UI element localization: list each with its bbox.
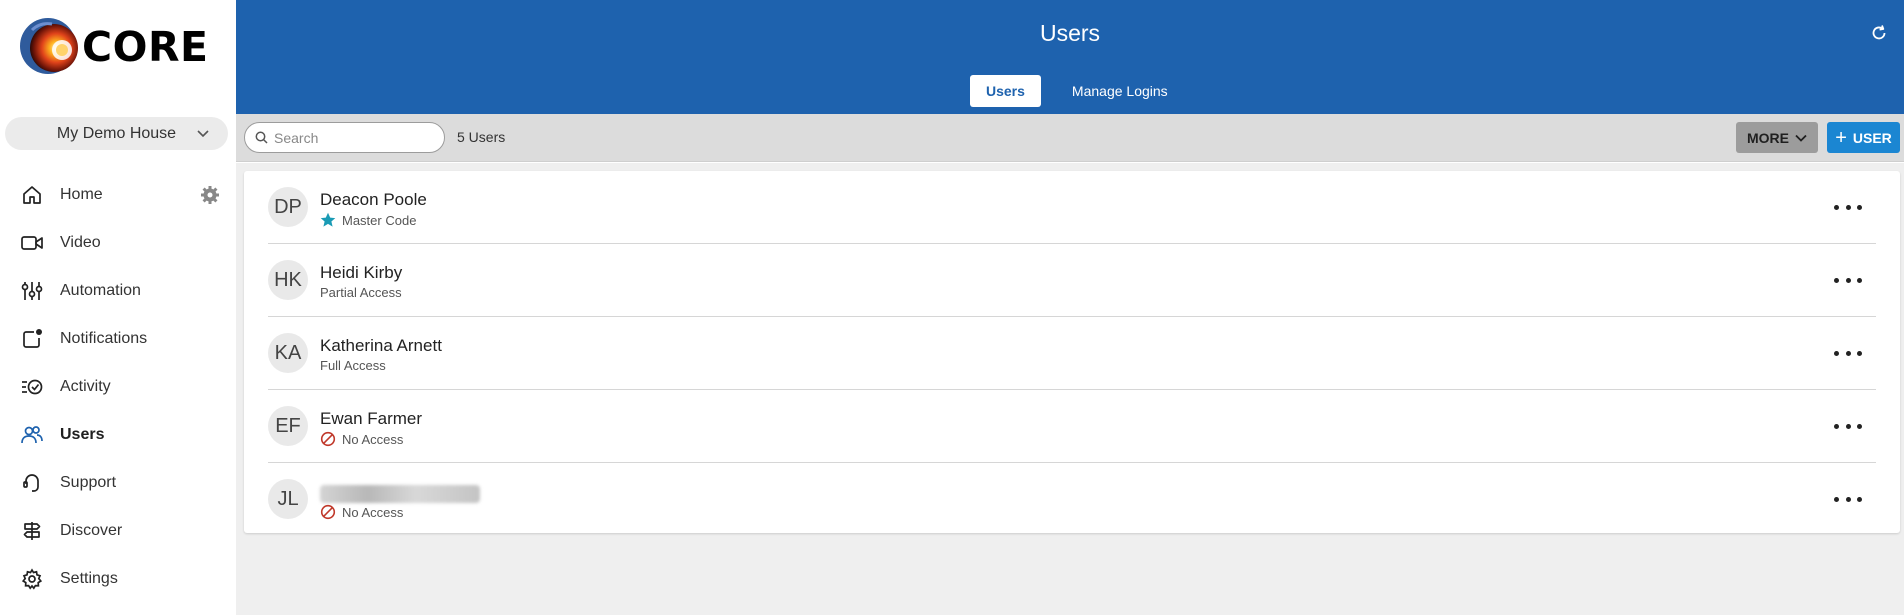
user-count: 5 Users (457, 129, 506, 145)
sidebar-item-label: Activity (60, 378, 111, 395)
tab-bar: Users Manage Logins (970, 75, 1184, 107)
users-icon (20, 423, 44, 447)
more-button-label: MORE (1747, 129, 1789, 146)
users-toolbar: 5 Users MORE + USER (236, 114, 1904, 162)
no-access-icon (320, 504, 336, 520)
user-name: Ewan Farmer (320, 409, 423, 428)
more-options-icon[interactable] (1834, 271, 1862, 289)
sidebar-item-video[interactable]: Video (0, 219, 236, 267)
user-access: Full Access (320, 358, 386, 373)
page-title: Users (1039, 20, 1101, 46)
home-settings-gear-icon[interactable] (200, 185, 220, 205)
user-access-label: Full Access (320, 358, 386, 373)
user-access: No Access (320, 504, 403, 520)
avatar: DP (268, 187, 308, 227)
search-box[interactable] (244, 122, 445, 153)
sidebar-item-label: Automation (60, 282, 141, 299)
notifications-icon (20, 327, 44, 351)
more-button[interactable]: MORE (1736, 122, 1818, 153)
user-name: Katherina Arnett (320, 336, 442, 355)
sidebar-nav: Home Video Automation Notifications Acti… (0, 171, 236, 603)
chevron-down-icon (1795, 134, 1807, 142)
user-access: Partial Access (320, 285, 402, 300)
sidebar-item-support[interactable]: Support (0, 459, 236, 507)
house-selector[interactable]: My Demo House (5, 117, 228, 150)
sidebar-item-automation[interactable]: Automation (0, 267, 236, 315)
home-icon (20, 183, 44, 207)
sidebar-item-activity[interactable]: Activity (0, 363, 236, 411)
search-input[interactable] (274, 129, 424, 146)
star-icon (320, 212, 336, 228)
avatar: JL (268, 479, 308, 519)
activity-icon (20, 375, 44, 399)
headset-icon (20, 471, 44, 495)
signpost-icon (20, 519, 44, 543)
sidebar-item-label: Users (60, 426, 105, 443)
tab-manage-logins[interactable]: Manage Logins (1056, 75, 1184, 107)
user-row[interactable]: DP Deacon Poole Master Code (268, 171, 1876, 244)
house-name: My Demo House (56, 124, 177, 142)
add-user-button-label: USER (1852, 129, 1892, 146)
avatar: HK (268, 260, 308, 300)
more-options-icon[interactable] (1834, 198, 1862, 216)
user-access-label: No Access (342, 504, 404, 520)
no-access-icon (320, 431, 336, 447)
user-name: Deacon Poole (320, 190, 427, 209)
gear-icon (20, 567, 44, 591)
user-name: Heidi Kirby (320, 263, 403, 282)
logo-text: CORE (82, 23, 209, 71)
more-options-icon[interactable] (1834, 490, 1862, 508)
user-access: Master Code (320, 212, 416, 228)
avatar: KA (268, 333, 308, 373)
main-content: DP Deacon Poole Master Code HK Heidi Kir… (236, 163, 1904, 615)
app-root: CORE My Demo House Home Video Automation… (0, 0, 1904, 615)
sidebar-item-label: Settings (60, 570, 118, 587)
plus-icon: + (1835, 126, 1847, 149)
avatar: EF (268, 406, 308, 446)
more-options-icon[interactable] (1834, 417, 1862, 435)
core-logo-icon (20, 18, 78, 74)
user-access-label: Partial Access (320, 285, 402, 300)
tab-users[interactable]: Users (970, 75, 1041, 107)
refresh-icon[interactable] (1870, 24, 1888, 42)
sliders-icon (20, 279, 44, 303)
user-access-label: No Access (342, 431, 404, 447)
user-row[interactable]: JL No Access (268, 463, 1876, 536)
sidebar-item-discover[interactable]: Discover (0, 507, 236, 555)
chevron-down-icon (197, 130, 209, 138)
user-row[interactable]: KA Katherina Arnett Full Access (268, 317, 1876, 390)
sidebar-item-label: Support (60, 474, 117, 491)
search-icon (255, 131, 268, 144)
top-header: Users Users Manage Logins (236, 0, 1904, 114)
user-access: No Access (320, 431, 403, 447)
user-row[interactable]: EF Ewan Farmer No Access (268, 390, 1876, 463)
sidebar-item-users[interactable]: Users (0, 411, 236, 459)
more-options-icon[interactable] (1834, 344, 1862, 362)
sidebar-item-notifications[interactable]: Notifications (0, 315, 236, 363)
sidebar-item-settings[interactable]: Settings (0, 555, 236, 603)
user-row[interactable]: HK Heidi Kirby Partial Access (268, 244, 1876, 317)
users-list: DP Deacon Poole Master Code HK Heidi Kir… (244, 171, 1900, 533)
sidebar-item-home[interactable]: Home (0, 171, 236, 219)
sidebar-item-label: Discover (60, 522, 123, 539)
video-icon (20, 231, 44, 255)
add-user-button[interactable]: + USER (1827, 122, 1900, 153)
user-access-label: Master Code (342, 212, 417, 228)
user-name-redacted (320, 485, 480, 503)
logo[interactable]: CORE (18, 16, 209, 78)
sidebar-item-label: Notifications (60, 330, 148, 347)
sidebar-item-label: Home (60, 186, 103, 203)
sidebar: CORE My Demo House Home Video Automation… (0, 0, 236, 615)
sidebar-item-label: Video (60, 234, 101, 251)
